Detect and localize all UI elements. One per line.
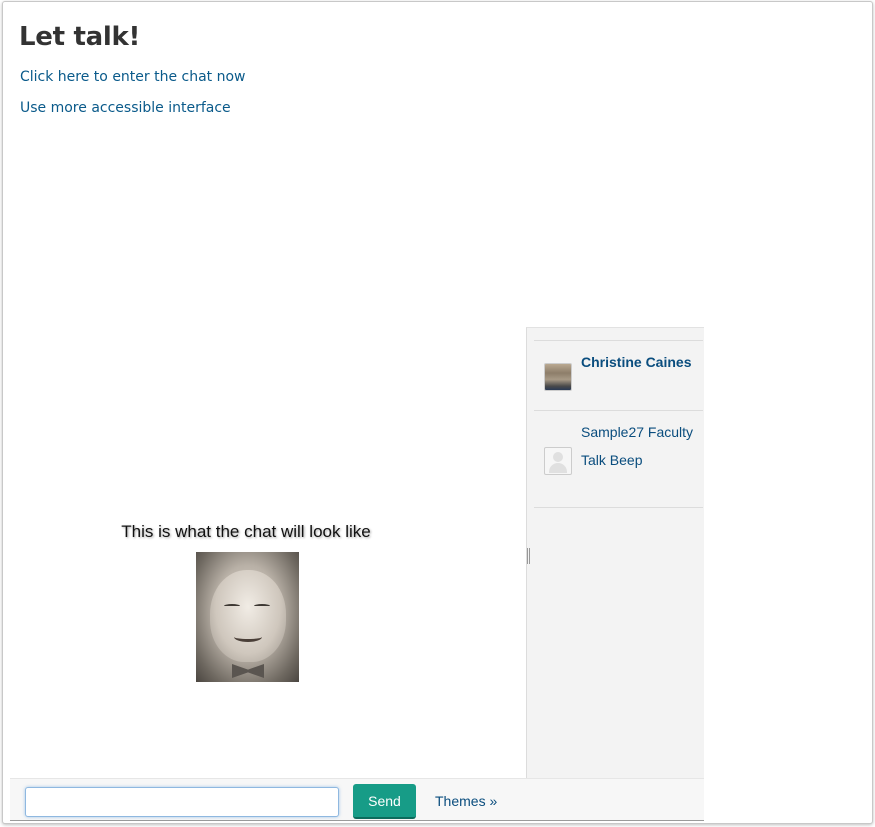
themes-link[interactable]: Themes » [435, 793, 497, 809]
accessible-interface-link[interactable]: Use more accessible interface [20, 100, 231, 116]
right-eye [254, 604, 270, 608]
default-user-avatar-icon [544, 447, 572, 475]
message-composer: Send Themes » [10, 778, 704, 821]
face-shape [210, 570, 286, 662]
chat-user-list: Christine Caines Sample27 Faculty Talk B… [526, 327, 704, 779]
send-button[interactable]: Send [353, 784, 416, 819]
enter-chat-link[interactable]: Click here to enter the chat now [20, 69, 246, 85]
page-title: Let talk! [19, 22, 141, 52]
user-photo-avatar-icon [544, 363, 572, 391]
user-name[interactable]: Sample27 Faculty Talk Beep [581, 418, 699, 474]
left-eye [224, 604, 240, 608]
smile [234, 632, 262, 642]
user-name[interactable]: Christine Caines [581, 348, 699, 376]
sidebar-resize-handle[interactable] [527, 548, 530, 564]
page-frame: Let talk! Click here to enter the chat n… [2, 1, 873, 824]
user-list-item[interactable]: Christine Caines [534, 340, 703, 410]
bow-tie [232, 664, 264, 678]
message-input[interactable] [25, 787, 339, 817]
baby-photo-icon [196, 552, 299, 682]
chat-preview-caption: This is what the chat will look like [121, 522, 371, 541]
user-list-item[interactable]: Sample27 Faculty Talk Beep [534, 410, 703, 508]
